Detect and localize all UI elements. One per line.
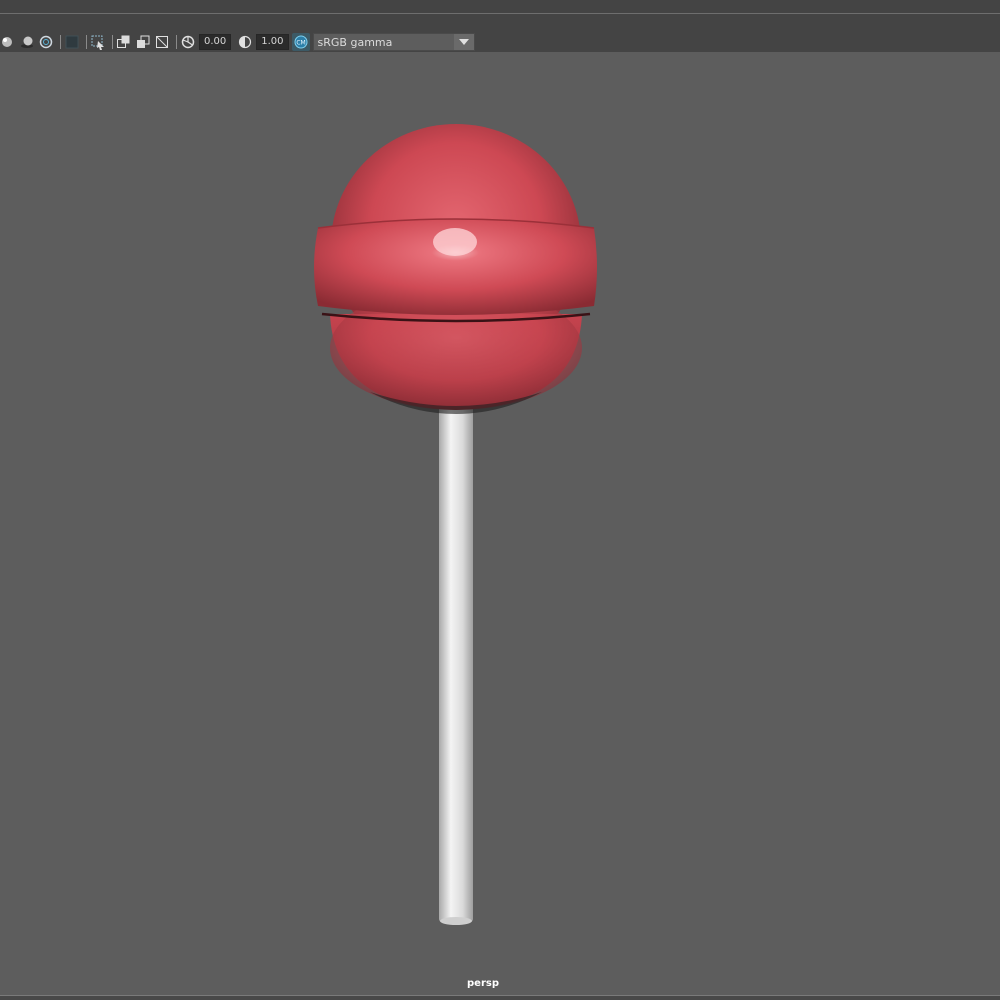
3d-viewport[interactable]	[0, 52, 1000, 996]
svg-text:CM: CM	[296, 40, 305, 47]
isolate-icon[interactable]	[90, 34, 106, 50]
shadow-icon[interactable]	[19, 34, 35, 50]
xray-components-icon[interactable]	[154, 34, 170, 50]
gamma-field[interactable]: 1.00	[256, 34, 289, 50]
camera-label: persp	[467, 978, 499, 989]
color-management-button[interactable]: CM	[291, 33, 310, 51]
gamma-icon[interactable]	[237, 34, 253, 50]
dropdown-arrow-icon[interactable]	[453, 34, 474, 50]
maya-viewport-panel: 0.00 1.00 CM sRGB gamma persp	[0, 0, 1000, 1000]
xray-joints-icon[interactable]	[135, 34, 151, 50]
shaded-icon[interactable]	[64, 34, 80, 50]
toolbar-separator	[86, 35, 87, 49]
color-management-label: sRGB gamma	[317, 36, 393, 49]
toolbar-row: 0.00 1.00 CM sRGB gamma	[0, 33, 475, 51]
toolbar-separator	[60, 35, 61, 49]
lollipop-stick[interactable]	[439, 402, 473, 925]
exposure-icon[interactable]	[180, 34, 196, 50]
color-management-icon: CM	[294, 35, 308, 49]
toolbar-separator	[176, 35, 177, 49]
color-management-select[interactable]: sRGB gamma	[312, 33, 475, 51]
xray-icon[interactable]	[116, 34, 132, 50]
wireframe-icon[interactable]	[38, 34, 54, 50]
panel-bottom-border	[0, 995, 1000, 1000]
panel-menu-bar	[0, 0, 1000, 14]
lollipop-candy[interactable]	[314, 124, 597, 414]
lighting-icon[interactable]	[0, 34, 16, 50]
toolbar-separator	[112, 35, 113, 49]
viewport-toolbar: 0.00 1.00 CM sRGB gamma	[0, 14, 1000, 53]
exposure-field[interactable]: 0.00	[199, 34, 232, 50]
